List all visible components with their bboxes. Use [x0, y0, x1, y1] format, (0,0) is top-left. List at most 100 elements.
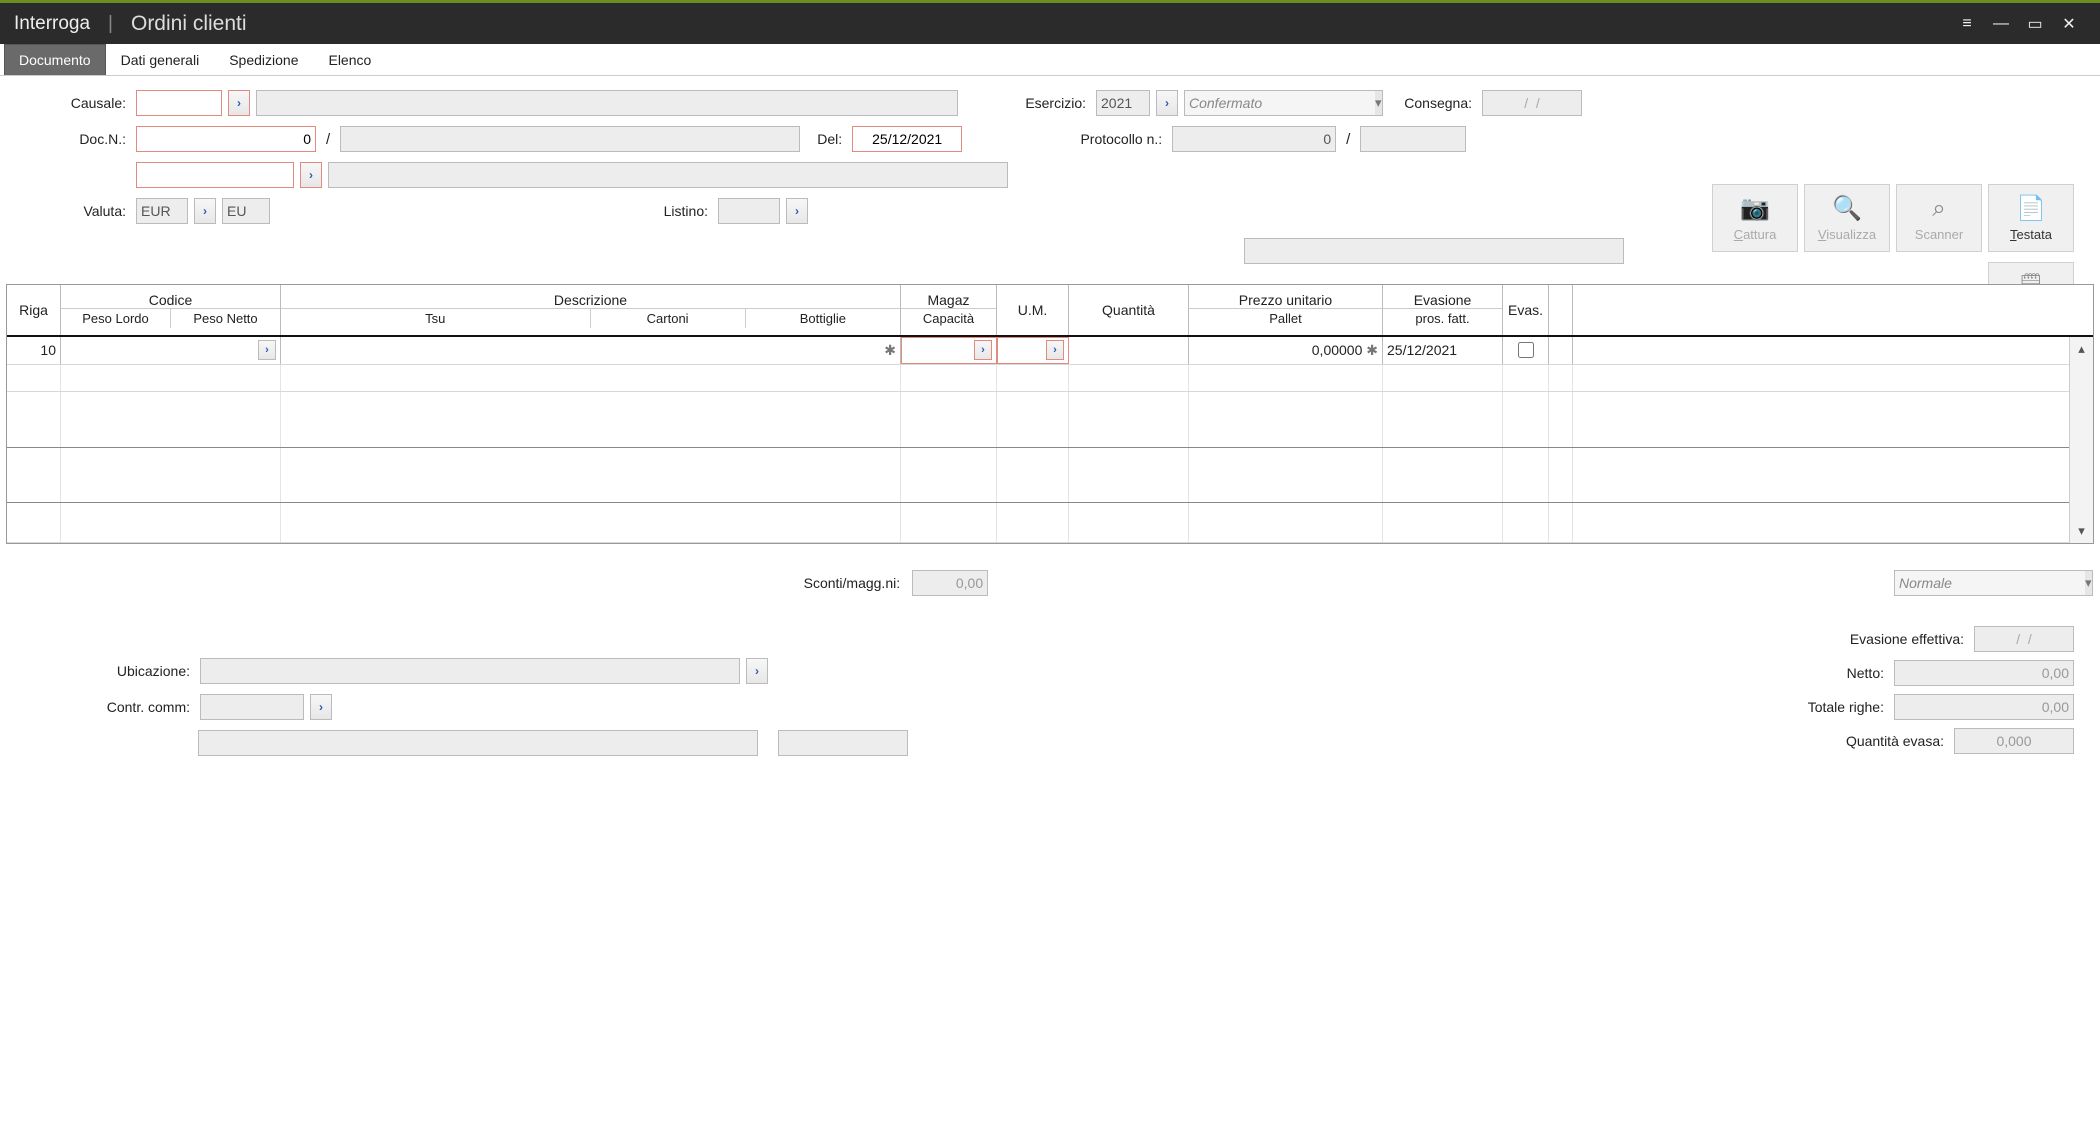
- causale-desc: [256, 90, 958, 116]
- cell-quantita[interactable]: [1069, 337, 1189, 364]
- scanner-button[interactable]: ⌕ Scanner: [1896, 184, 1982, 252]
- document-icon: 📄: [2016, 194, 2046, 223]
- docn-desc: [340, 126, 800, 152]
- causale-lookup[interactable]: ›: [228, 90, 250, 116]
- consegna-input: [1482, 90, 1582, 116]
- evas-checkbox[interactable]: [1518, 342, 1534, 358]
- testata-button[interactable]: 📄 Testata: [1988, 184, 2074, 252]
- tabstrip: Documento Dati generali Spedizione Elenc…: [0, 44, 2100, 76]
- causale-input[interactable]: [136, 90, 222, 116]
- visualizza-button[interactable]: 🔍 Visualizza: [1804, 184, 1890, 252]
- label-esercizio: Esercizio:: [1004, 95, 1090, 111]
- scroll-up-icon[interactable]: ▴: [2078, 341, 2085, 357]
- cell-descrizione[interactable]: ✱: [281, 337, 901, 364]
- docn-input[interactable]: [136, 126, 316, 152]
- label-protocollo: Protocollo n.:: [1050, 131, 1166, 147]
- tab-dati-generali[interactable]: Dati generali: [106, 44, 215, 75]
- valuta-desc: [222, 198, 270, 224]
- mode-label: Interroga: [14, 13, 90, 35]
- cattura-button[interactable]: 📷 Cattura: [1712, 184, 1798, 252]
- label-sconti: Sconti/magg.ni:: [804, 575, 905, 591]
- qta-evasa-input: [1954, 728, 2074, 754]
- cattura-label: C: [1734, 227, 1743, 242]
- esercizio-input: [1096, 90, 1150, 116]
- col-um: U.M.: [997, 285, 1069, 335]
- table-row[interactable]: [7, 365, 2093, 393]
- title-divider: |: [108, 13, 113, 35]
- protocollo-input: [1172, 126, 1336, 152]
- del-input[interactable]: [852, 126, 962, 152]
- netto-input: [1894, 660, 2074, 686]
- free-text-input: [1244, 238, 1624, 264]
- ev-eff-input: [1974, 626, 2074, 652]
- tot-righe-input: [1894, 694, 2074, 720]
- col-prezzo: Prezzo unitario Pallet: [1189, 285, 1383, 335]
- hamburger-icon[interactable]: ≡: [1950, 9, 1984, 39]
- close-icon[interactable]: ✕: [2052, 9, 2086, 39]
- contr-desc: [198, 730, 758, 756]
- tab-elenco[interactable]: Elenco: [313, 44, 386, 75]
- minimize-icon[interactable]: —: [1984, 9, 2018, 39]
- label-ev-eff: Evasione effettiva:: [1850, 631, 1968, 647]
- label-listino: Listino:: [642, 203, 712, 219]
- protocollo-serie: [1360, 126, 1466, 152]
- tool-buttons: 📷 Cattura 🔍 Visualizza ⌕ Scanner 📄 Testa…: [1712, 184, 2074, 252]
- table-row[interactable]: [7, 448, 2093, 503]
- table-row[interactable]: 10 › ✱ › › 0,00000 ✱ 25/12/2021: [7, 337, 2093, 365]
- chevron-down-icon[interactable]: ▾: [2085, 570, 2093, 596]
- cell-codice[interactable]: ›: [61, 337, 281, 364]
- cliente-lookup[interactable]: ›: [300, 162, 322, 188]
- chevron-down-icon[interactable]: ▾: [1375, 90, 1383, 116]
- tab-documento[interactable]: Documento: [4, 44, 106, 75]
- scanner-icon: ⌕: [1932, 195, 1945, 223]
- stato-combo[interactable]: ▾: [1184, 90, 1364, 116]
- table-row[interactable]: [7, 392, 2093, 447]
- cell-riga[interactable]: 10: [7, 337, 61, 364]
- sconti-input: [912, 570, 988, 596]
- label-ubicazione: Ubicazione:: [84, 663, 194, 679]
- contr-input: [200, 694, 304, 720]
- grid-scrollbar[interactable]: ▴ ▾: [2069, 337, 2093, 543]
- cell-evasione[interactable]: 25/12/2021: [1383, 337, 1503, 364]
- cell-prezzo[interactable]: 0,00000 ✱: [1189, 337, 1383, 364]
- prezzo-flag-icon[interactable]: ✱: [1366, 342, 1378, 359]
- label-valuta: Valuta:: [22, 203, 130, 219]
- label-docn: Doc.N.:: [22, 131, 130, 147]
- tipo-combo[interactable]: ▾: [1894, 570, 2074, 596]
- form-area: Causale: › Esercizio: › ▾ Consegna: Doc.…: [0, 76, 2100, 284]
- totals: ▾ Evasione effettiva: Netto: Totale righ…: [1808, 570, 2076, 762]
- desc-flag-icon[interactable]: ✱: [884, 342, 896, 359]
- scroll-down-icon[interactable]: ▾: [2078, 523, 2085, 539]
- um-lookup[interactable]: ›: [1046, 340, 1064, 360]
- col-riga: Riga: [7, 285, 61, 335]
- valuta-lookup[interactable]: ›: [194, 198, 216, 224]
- listino-input: [718, 198, 780, 224]
- camera-icon: 📷: [1740, 194, 1770, 223]
- col-evasione: Evasione pros. fatt.: [1383, 285, 1503, 335]
- magaz-lookup[interactable]: ›: [974, 340, 992, 360]
- cell-um[interactable]: ›: [997, 337, 1069, 364]
- col-quantita: Quantità: [1069, 285, 1189, 335]
- col-codice: Codice Peso Lordo Peso Netto: [61, 285, 281, 335]
- codice-lookup[interactable]: ›: [258, 340, 276, 360]
- esercizio-lookup[interactable]: ›: [1156, 90, 1178, 116]
- grid: Riga Codice Peso Lordo Peso Netto Descri…: [6, 284, 2094, 544]
- tab-spedizione[interactable]: Spedizione: [214, 44, 313, 75]
- contr-extra: [778, 730, 908, 756]
- cliente-code-input[interactable]: [136, 162, 294, 188]
- cell-evas[interactable]: [1503, 337, 1549, 364]
- footer: Sconti/magg.ni: Ubicazione: › Contr. com…: [0, 570, 2100, 766]
- table-row[interactable]: [7, 503, 2093, 543]
- ubicazione-lookup[interactable]: ›: [746, 658, 768, 684]
- maximize-icon[interactable]: ▭: [2018, 9, 2052, 39]
- magnifier-icon: 🔍: [1832, 194, 1862, 223]
- grid-header: Riga Codice Peso Lordo Peso Netto Descri…: [7, 285, 2093, 337]
- cliente-desc: [328, 162, 1008, 188]
- label-tot-righe: Totale righe:: [1808, 699, 1888, 715]
- window-title: Ordini clienti: [131, 12, 247, 36]
- slash-sep-2: /: [1342, 131, 1354, 148]
- listino-lookup[interactable]: ›: [786, 198, 808, 224]
- cell-magaz[interactable]: ›: [901, 337, 997, 364]
- slash-sep-1: /: [322, 131, 334, 148]
- contr-lookup[interactable]: ›: [310, 694, 332, 720]
